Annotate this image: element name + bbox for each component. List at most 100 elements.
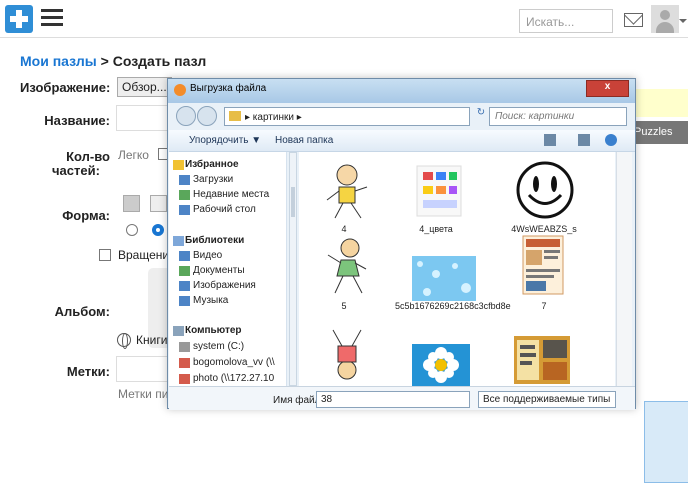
top-navigation-bar: Искать... — [0, 0, 688, 38]
file-thumbnail-grid: 4 4_цвета 4WsWEABZS_s 5 5c5b1676269c2168… — [299, 152, 688, 483]
my-puzzles-link[interactable]: Мои пазлы — [20, 53, 97, 69]
file-name-input[interactable]: 38 — [316, 391, 470, 408]
file-caption-7: 7 — [541, 301, 547, 311]
file-name-bar: Имя файла: 38 Все поддерживаемые типы — [169, 386, 635, 410]
organize-button[interactable]: Упорядочить ▼ — [189, 135, 261, 146]
favorites-star-icon — [173, 160, 184, 170]
browse-button[interactable]: Обзор... — [117, 77, 172, 97]
nav-favorites[interactable]: Избранное — [185, 159, 239, 170]
view-options-icon[interactable] — [544, 134, 556, 146]
puzzle-shape-radio[interactable] — [152, 224, 164, 236]
video-icon — [179, 251, 190, 261]
square-shape-option[interactable] — [123, 195, 140, 212]
child-headstand-thumbnail[interactable] — [323, 327, 371, 391]
recent-places-icon — [179, 190, 190, 200]
pieces-label-line2: частей: — [52, 163, 100, 178]
folder-icon — [229, 111, 241, 121]
puzzle-shape-option[interactable] — [150, 195, 167, 212]
folder-path-input[interactable]: ▸ картинки ▸ — [224, 107, 470, 126]
nav-system-drive[interactable]: system (C:) — [193, 341, 244, 352]
file-caption-5: 5 — [341, 301, 347, 311]
dialog-toolbar: Упорядочить ▼ Новая папка — [169, 130, 635, 152]
square-shape-radio[interactable] — [126, 224, 138, 236]
libraries-icon — [173, 236, 184, 246]
selected-magazine-thumbnail[interactable] — [514, 336, 570, 384]
smiley-thumbnail[interactable] — [513, 160, 577, 224]
difficulty-easy[interactable]: Легко — [118, 148, 149, 162]
tags-hint: Метки пи — [118, 387, 169, 401]
nav-bogomolova[interactable]: bogomolova_vv (\\ — [193, 357, 275, 368]
computer-icon — [173, 326, 184, 336]
file-caption-smiley: 4WsWEABZS_s — [511, 224, 577, 234]
colored-sheet-thumbnail[interactable] — [415, 164, 463, 228]
pieces-label-line1: Кол-во — [66, 149, 110, 164]
mail-icon[interactable] — [624, 13, 643, 27]
hamburger-menu-icon[interactable] — [41, 9, 63, 27]
documents-icon — [179, 266, 190, 276]
dialog-search-input[interactable]: Поиск: картинки — [489, 107, 627, 126]
file-caption-pattern: 5c5b1676269c2168c3cfbd8e — [395, 301, 511, 311]
avatar-dropdown-icon[interactable] — [679, 19, 687, 27]
tags-label: Метки: — [66, 364, 110, 379]
file-type-select[interactable]: Все поддерживаемые типы — [478, 391, 616, 408]
system-drive-icon — [179, 342, 190, 352]
puzzles-button[interactable]: Puzzles — [632, 121, 688, 144]
images-icon — [179, 281, 190, 291]
shape-label: Форма: — [62, 208, 110, 223]
network-drive-icon — [179, 374, 190, 384]
rotation-checkbox[interactable] — [99, 249, 111, 261]
nav-downloads[interactable]: Загрузки — [193, 174, 233, 185]
nav-images[interactable]: Изображения — [193, 280, 256, 291]
nav-recent[interactable]: Недавние места — [193, 189, 269, 200]
dialog-titlebar: Выгрузка файла — [168, 79, 635, 103]
plus-logo-icon[interactable] — [5, 5, 33, 33]
dialog-close-button[interactable]: x — [586, 80, 629, 97]
file-caption-4-colors: 4_цвета — [419, 224, 453, 234]
help-icon[interactable] — [605, 134, 617, 146]
tags-input[interactable] — [116, 356, 168, 382]
back-icon[interactable] — [176, 106, 196, 126]
forward-icon[interactable] — [197, 106, 217, 126]
breadcrumb-separator: > — [96, 53, 113, 69]
desktop-icon — [179, 205, 190, 215]
album-label: Альбом: — [54, 304, 110, 319]
preview-pane-icon[interactable] — [578, 134, 590, 146]
puzzle-name-input[interactable] — [116, 105, 168, 131]
child-drawing-thumbnail[interactable] — [323, 160, 371, 224]
yellow-preview-panel — [632, 89, 688, 117]
globe-icon — [117, 333, 131, 349]
music-icon — [179, 296, 190, 306]
page-title-breadcrumb: Мои пазлы > Создать пазл — [20, 53, 206, 69]
browser-icon — [174, 84, 186, 96]
refresh-icon[interactable]: ↻ — [475, 107, 487, 126]
flower-photo-thumbnail[interactable] — [412, 344, 470, 386]
create-puzzle-title: Создать пазл — [112, 53, 207, 69]
dancing-child-thumbnail[interactable] — [323, 235, 371, 299]
nav-video[interactable]: Видео — [193, 250, 222, 261]
nav-libraries[interactable]: Библиотеки — [185, 235, 244, 246]
site-search-input[interactable]: Искать... — [519, 9, 613, 33]
nav-computer[interactable]: Компьютер — [185, 325, 242, 336]
blue-pattern-thumbnail[interactable] — [412, 256, 476, 301]
nav-desktop[interactable]: Рабочий стол — [193, 204, 256, 215]
selected-file-item[interactable] — [644, 401, 688, 483]
address-bar: ▸ картинки ▸ ↻ Поиск: картинки — [176, 105, 628, 129]
image-label: Изображение: — [20, 80, 111, 95]
nav-documents[interactable]: Документы — [193, 265, 245, 276]
name-label: Название: — [44, 113, 110, 128]
magazine-page-thumbnail[interactable] — [522, 235, 564, 295]
file-upload-dialog: Выгрузка файла x ▸ картинки ▸ ↻ Поиск: к… — [167, 78, 688, 483]
folder-path-text: ▸ картинки ▸ — [245, 112, 302, 123]
file-caption-4: 4 — [341, 224, 347, 234]
user-avatar[interactable] — [651, 5, 679, 33]
new-folder-button[interactable]: Новая папка — [275, 135, 333, 146]
folder-navigation-pane: Избранное Загрузки Недавние места Рабочи… — [169, 152, 287, 386]
network-drive-icon — [179, 358, 190, 368]
navigation-scrollbar[interactable] — [289, 152, 297, 386]
books-album-label[interactable]: Книги — [136, 333, 167, 347]
dialog-title: Выгрузка файла — [190, 83, 267, 94]
nav-music[interactable]: Музыка — [193, 295, 228, 306]
nav-photo[interactable]: photo (\\172.27.10 — [193, 373, 274, 384]
downloads-icon — [179, 175, 190, 185]
file-list-scrollbar[interactable] — [616, 152, 632, 386]
